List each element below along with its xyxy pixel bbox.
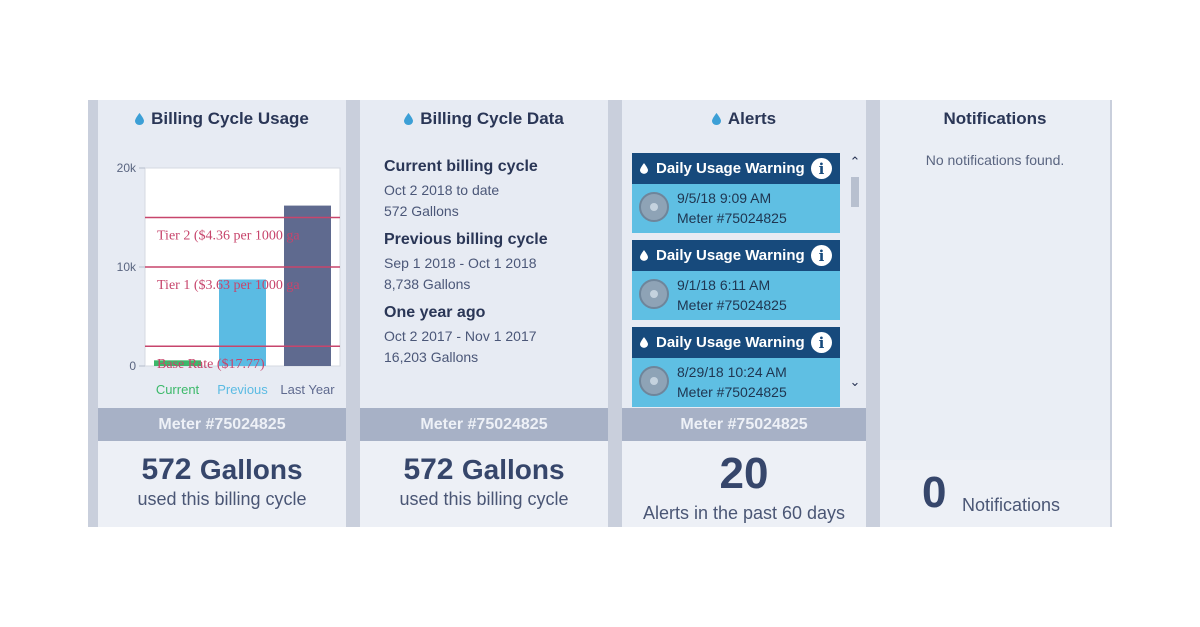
- rate-label: Tier 1 ($3.63 per 1000 ga: [157, 278, 300, 293]
- block-dates: Oct 2 2018 to date: [384, 182, 500, 198]
- info-icon[interactable]: i: [811, 158, 832, 179]
- data-panel-title: Billing Cycle Data: [420, 109, 564, 128]
- billing-cycle-usage-panel: Billing Cycle Usage 20k 10k 0 Tier 2 ($4.36…: [98, 100, 346, 527]
- alert-date: 9/5/18 9:09 AM: [677, 190, 772, 206]
- block-gallons: 16,203 Gallons: [384, 349, 479, 365]
- notifications-title: Notifications: [943, 109, 1047, 128]
- previous-cycle-block: Previous billing cycle Sep 1 2018 - Oct …: [384, 231, 548, 295]
- alert-date: 9/1/18 6:11 AM: [677, 277, 771, 293]
- meter-label: Meter #75024825: [360, 408, 608, 441]
- alerts-caption: Alerts in the past 60 days: [642, 503, 846, 523]
- chevron-up-icon[interactable]: ⌃: [848, 155, 862, 169]
- gallons-value: 572: [403, 453, 454, 486]
- alert-card[interactable]: Daily Usage Warning i 8/29/18 10:24 AM M…: [632, 327, 840, 407]
- notifications-panel: Notifications No notifications found. 0 …: [880, 100, 1110, 527]
- water-drop-icon: [640, 162, 648, 175]
- alert-header: Daily Usage Warning i: [632, 327, 840, 358]
- alert-date: 8/29/18 10:24 AM: [677, 364, 787, 380]
- meter-dial-icon: [639, 192, 669, 222]
- block-gallons: 572 Gallons: [384, 203, 459, 219]
- meter-dial-icon: [639, 366, 669, 396]
- alert-meter: Meter #75024825: [677, 384, 787, 400]
- y-tick-label: 0: [129, 359, 136, 373]
- category-label: Current: [156, 382, 200, 397]
- block-dates: Oct 2 2017 - Nov 1 2017: [384, 328, 537, 344]
- alerts-list[interactable]: Daily Usage Warning i 9/5/18 9:09 AM Met…: [632, 153, 840, 408]
- water-drop-icon: [711, 113, 721, 125]
- gallons-value: 572: [141, 453, 192, 486]
- panel-title: Billing Cycle Data: [360, 100, 608, 138]
- info-icon[interactable]: i: [811, 245, 832, 266]
- alert-meter: Meter #75024825: [677, 210, 787, 226]
- billing-data-list: Current billing cycle Oct 2 2018 to date…: [384, 158, 548, 377]
- usage-chart: 20k 10k 0 Tier 2 ($4.36 per 1000 ga Tier 1 (…: [98, 138, 346, 408]
- gallons-caption: used this billing cycle: [137, 489, 307, 509]
- rate-label: Tier 2 ($4.36 per 1000 ga: [157, 229, 300, 244]
- gallons-caption: used this billing cycle: [399, 489, 569, 509]
- usage-summary: 572 Gallons used this billing cycle: [98, 441, 346, 527]
- water-drop-icon: [404, 113, 414, 125]
- alert-title: Daily Usage Warning: [656, 247, 805, 264]
- block-heading: One year ago: [384, 304, 486, 321]
- notifications-summary: 0 Notifications: [880, 460, 1110, 527]
- gallons-total: 572 Gallons: [98, 453, 346, 487]
- block-heading: Previous billing cycle: [384, 231, 548, 248]
- year-ago-block: One year ago Oct 2 2017 - Nov 1 2017 16,…: [384, 304, 548, 368]
- gallons-unit: Gallons: [199, 454, 303, 485]
- notifications-count: 0: [922, 468, 947, 517]
- alert-body: 9/1/18 6:11 AM Meter #75024825: [632, 271, 840, 320]
- data-summary: 572 Gallons used this billing cycle: [360, 441, 608, 527]
- billing-cycle-data-panel: Billing Cycle Data Current billing cycle…: [360, 100, 608, 527]
- water-drop-icon: [640, 249, 648, 262]
- panel-title: Billing Cycle Usage: [98, 100, 346, 138]
- usage-chart-svg: 20k 10k 0 Tier 2 ($4.36 per 1000 ga Tier 1 (…: [117, 161, 341, 397]
- block-dates: Sep 1 2018 - Oct 1 2018: [384, 255, 537, 271]
- alert-body: 8/29/18 10:24 AM Meter #75024825: [632, 358, 840, 407]
- alert-card[interactable]: Daily Usage Warning i 9/1/18 6:11 AM Met…: [632, 240, 840, 320]
- dashboard: Billing Cycle Usage 20k 10k 0 Tier 2 ($4.36…: [88, 100, 1112, 527]
- meter-label: Meter #75024825: [622, 408, 866, 441]
- current-cycle-block: Current billing cycle Oct 2 2018 to date…: [384, 158, 548, 222]
- info-icon[interactable]: i: [811, 332, 832, 353]
- meter-label: Meter #75024825: [98, 408, 346, 441]
- usage-panel-title: Billing Cycle Usage: [151, 109, 309, 128]
- chevron-down-icon[interactable]: ⌄: [848, 375, 862, 389]
- y-tick-label: 10k: [117, 260, 137, 274]
- empty-message: No notifications found.: [925, 152, 1065, 168]
- alerts-count: 20: [719, 449, 769, 498]
- y-tick-label: 20k: [117, 161, 137, 175]
- alerts-panel-title: Alerts: [727, 109, 777, 128]
- alerts-panel: Alerts Daily Usage Warning i 9/5/18 9:09…: [622, 100, 866, 527]
- alert-body: 9/5/18 9:09 AM Meter #75024825: [632, 184, 840, 233]
- scroll-thumb[interactable]: [851, 177, 859, 207]
- gallons-total: 572 Gallons: [360, 453, 608, 487]
- alerts-scrollbar[interactable]: ⌃ ⌄: [848, 153, 862, 403]
- water-drop-icon: [135, 113, 145, 125]
- panel-title: Alerts: [622, 100, 866, 138]
- rate-label: Base Rate ($17.77): [157, 357, 265, 372]
- alerts-summary: 20 Alerts in the past 60 days: [622, 441, 866, 527]
- alert-card[interactable]: Daily Usage Warning i 9/5/18 9:09 AM Met…: [632, 153, 840, 233]
- water-drop-icon: [640, 336, 648, 349]
- alert-title: Daily Usage Warning: [656, 160, 805, 177]
- category-label: Previous: [217, 382, 268, 397]
- alert-meter: Meter #75024825: [677, 297, 787, 313]
- meter-dial-icon: [639, 279, 669, 309]
- notifications-label: Notifications: [962, 495, 1061, 515]
- block-gallons: 8,738 Gallons: [384, 276, 471, 292]
- alert-header: Daily Usage Warning i: [632, 240, 840, 271]
- alert-header: Daily Usage Warning i: [632, 153, 840, 184]
- block-heading: Current billing cycle: [384, 158, 538, 175]
- gallons-unit: Gallons: [461, 454, 565, 485]
- category-label: Last Year: [280, 382, 335, 397]
- alert-title: Daily Usage Warning: [656, 334, 805, 351]
